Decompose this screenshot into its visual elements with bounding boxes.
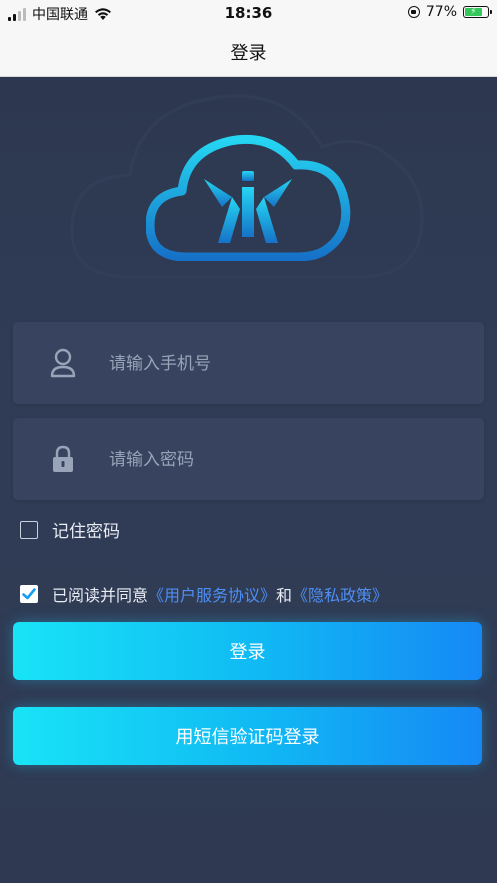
remember-password-checkbox[interactable] <box>20 521 38 539</box>
login-button[interactable]: 登录 <box>13 622 482 680</box>
status-right: 77% ⚡ <box>407 4 492 20</box>
agreement-text: 已阅读并同意《用户服务协议》和《隐私政策》 <box>52 582 388 606</box>
user-agreement-link[interactable]: 《用户服务协议》 <box>148 586 276 605</box>
agree-and: 和 <box>276 586 293 605</box>
user-icon <box>50 348 76 378</box>
phone-input[interactable] <box>107 343 471 385</box>
password-input-box <box>13 418 484 500</box>
agree-checkbox[interactable] <box>20 585 38 603</box>
privacy-policy-link[interactable]: 《隐私政策》 <box>292 586 388 605</box>
battery-icon: ⚡ <box>463 6 492 18</box>
status-bar: 中国联通 18:36 77% ⚡ <box>0 0 497 28</box>
nav-bar: 登录 <box>0 28 497 77</box>
orientation-lock-icon <box>407 6 420 18</box>
agree-prefix: 已阅读并同意 <box>52 586 149 605</box>
password-input[interactable] <box>107 439 471 481</box>
lock-icon <box>53 445 73 472</box>
battery-percent: 77% <box>425 4 457 20</box>
remember-password-label: 记住密码 <box>52 522 120 542</box>
battery-level: ⚡ <box>465 7 482 16</box>
page-title: 登录 <box>230 43 267 64</box>
sms-login-button[interactable]: 用短信验证码登录 <box>13 707 482 765</box>
cloud-logo <box>146 134 351 261</box>
check-icon <box>22 588 36 600</box>
login-screen: 记住密码 已阅读并同意《用户服务协议》和《隐私政策》 登录 用短信验证码登录 <box>0 77 497 883</box>
phone-input-box <box>13 322 484 404</box>
